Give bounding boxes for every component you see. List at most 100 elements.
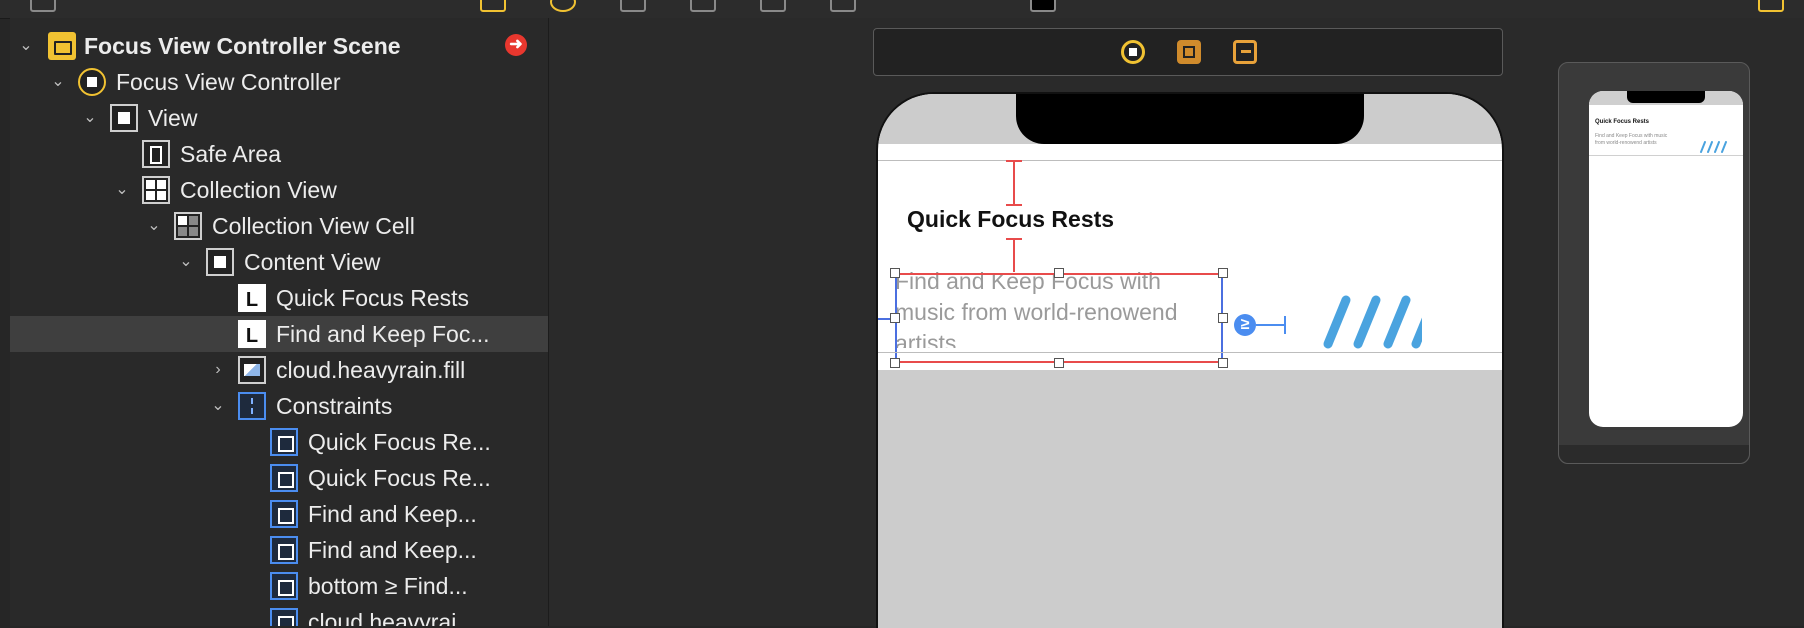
view-icon — [110, 104, 138, 132]
constraint-vertical-icon — [270, 464, 298, 492]
selection-outline — [895, 273, 1223, 363]
constraint-badge[interactable]: ≥ — [1234, 314, 1256, 336]
breadcrumb-view-controller-icon[interactable] — [550, 0, 576, 12]
outline-label: Constraints — [276, 393, 393, 419]
divider — [878, 352, 1502, 353]
cloud-heavyrain-icon[interactable] — [1322, 294, 1422, 350]
breadcrumb-file-icon[interactable] — [30, 0, 56, 12]
constraint-top-icon — [270, 500, 298, 528]
outline-label: Collection View Cell — [212, 213, 415, 239]
outline-row-content-view[interactable]: ⌄ Content View — [10, 244, 548, 280]
breadcrumb-label-icon[interactable] — [1030, 0, 1056, 12]
breadcrumb-warning-icon[interactable] — [1758, 0, 1784, 12]
outline-label: cloud.heavyrai... — [308, 609, 476, 626]
cell-title-label[interactable]: Quick Focus Rests — [907, 206, 1114, 233]
outline-label: Quick Focus Re... — [308, 429, 491, 455]
outline-row-safe-area[interactable]: Safe Area — [10, 136, 548, 172]
breadcrumb-view-icon[interactable] — [620, 0, 646, 12]
outline-row-constraint[interactable]: bottom ≥ Find... — [10, 568, 548, 604]
preview-rain-icon — [1700, 141, 1727, 153]
outline-row-label-title[interactable]: L Quick Focus Rests — [10, 280, 548, 316]
breadcrumb-content-view-icon[interactable] — [830, 0, 856, 12]
outline-row-constraint[interactable]: Find and Keep... — [10, 496, 548, 532]
breadcrumb-bar — [0, 0, 1804, 19]
resize-handle[interactable] — [1218, 268, 1228, 278]
constraints-icon — [238, 392, 266, 420]
safe-area-icon — [142, 140, 170, 168]
breadcrumb-cell-icon[interactable] — [760, 0, 786, 12]
breadcrumb-scene-icon[interactable] — [480, 0, 506, 12]
outline-label: Quick Focus Rests — [276, 285, 469, 311]
preview-bottom-bar — [1559, 445, 1749, 463]
outline-label: Safe Area — [180, 141, 282, 167]
device-preview[interactable]: Quick Focus Rests Find and Keep Focus wi… — [876, 92, 1504, 628]
view-controller-icon[interactable] — [1121, 40, 1145, 64]
warning-icon[interactable]: ➜ — [505, 34, 527, 56]
outline-row-collection-view[interactable]: ⌄ Collection View — [10, 172, 548, 208]
scene-icon — [48, 32, 76, 60]
outline-row-view-controller[interactable]: ⌄ Focus View Controller — [10, 64, 548, 100]
collection-view-cell-icon — [174, 212, 202, 240]
constraint-leading-icon — [270, 536, 298, 564]
outline-row-constraint[interactable]: Find and Keep... — [10, 532, 548, 568]
constraint-icon — [270, 608, 298, 626]
resize-handle[interactable] — [1218, 313, 1228, 323]
constraint-leading-icon — [270, 428, 298, 456]
outline-row-constraint[interactable]: Quick Focus Re... — [10, 424, 548, 460]
outline-row-constraints[interactable]: ⌄ Constraints — [10, 388, 548, 424]
outline-row-scene[interactable]: ⌄ Focus View Controller Scene ➜ — [10, 28, 548, 64]
label-icon: L — [238, 320, 266, 348]
preview-notch — [1627, 91, 1705, 103]
outline-label: View — [148, 105, 198, 131]
chevron-down-icon[interactable]: ⌄ — [112, 180, 132, 200]
outline-label: Find and Keep... — [308, 537, 477, 563]
outline-label: bottom ≥ Find... — [308, 573, 468, 599]
outline-label: cloud.heavyrain.fill — [276, 357, 466, 383]
resize-handle[interactable] — [1218, 358, 1228, 368]
resize-handle[interactable] — [890, 358, 900, 368]
chevron-down-icon[interactable]: ⌄ — [16, 36, 36, 56]
chevron-down-icon[interactable]: ⌄ — [144, 216, 164, 236]
resize-handle[interactable] — [890, 268, 900, 278]
chevron-down-icon[interactable]: ⌄ — [208, 396, 228, 416]
outline-label: Find and Keep Foc... — [276, 321, 490, 347]
outline-label: Find and Keep... — [308, 501, 477, 527]
resize-handle[interactable] — [1054, 358, 1064, 368]
chevron-down-icon[interactable]: ⌄ — [80, 108, 100, 128]
document-outline: ⌄ Focus View Controller Scene ➜ ⌄ Focus … — [10, 18, 549, 626]
resize-handle[interactable] — [1054, 268, 1064, 278]
outline-row-view[interactable]: ⌄ View — [10, 100, 548, 136]
preview-screen: Quick Focus Rests Find and Keep Focus wi… — [1589, 91, 1743, 427]
collection-background — [878, 370, 1502, 628]
preview-subtitle-label: Find and Keep Focus with music from worl… — [1595, 133, 1668, 146]
outline-row-constraint[interactable]: Quick Focus Re... — [10, 460, 548, 496]
preview-thumbnail[interactable]: Quick Focus Rests Find and Keep Focus wi… — [1558, 62, 1750, 464]
outline-row-constraint[interactable]: cloud.heavyrai... — [10, 604, 548, 626]
constraint-line — [1013, 160, 1015, 206]
image-view-icon — [238, 356, 266, 384]
outline-label: Collection View — [180, 177, 337, 203]
constraint-line — [1256, 324, 1286, 326]
outline-row-label-subtitle[interactable]: L Find and Keep Foc... — [10, 316, 548, 352]
constraint-line — [1284, 316, 1286, 334]
collection-view-icon — [142, 176, 170, 204]
first-responder-icon[interactable] — [1177, 40, 1201, 64]
outline-label: Quick Focus Re... — [308, 465, 491, 491]
chevron-down-icon[interactable]: ⌄ — [48, 72, 68, 92]
outline-label: Focus View Controller — [116, 69, 341, 95]
breadcrumb-collection-view-icon[interactable] — [690, 0, 716, 12]
chevron-down-icon[interactable]: ⌄ — [176, 252, 196, 272]
resize-handle[interactable] — [890, 313, 900, 323]
preview-divider — [1589, 155, 1743, 156]
outline-row-image-view[interactable]: › cloud.heavyrain.fill — [10, 352, 548, 388]
chevron-right-icon[interactable]: › — [208, 360, 228, 380]
constraint-line — [1006, 238, 1022, 240]
exit-icon[interactable] — [1233, 40, 1257, 64]
label-icon: L — [238, 284, 266, 312]
outline-row-collection-view-cell[interactable]: ⌄ Collection View Cell — [10, 208, 548, 244]
constraint-line — [1006, 160, 1022, 162]
device-notch — [1016, 94, 1364, 144]
divider — [878, 160, 1502, 161]
view-controller-icon — [78, 68, 106, 96]
preview-title-label: Quick Focus Rests — [1595, 119, 1650, 125]
